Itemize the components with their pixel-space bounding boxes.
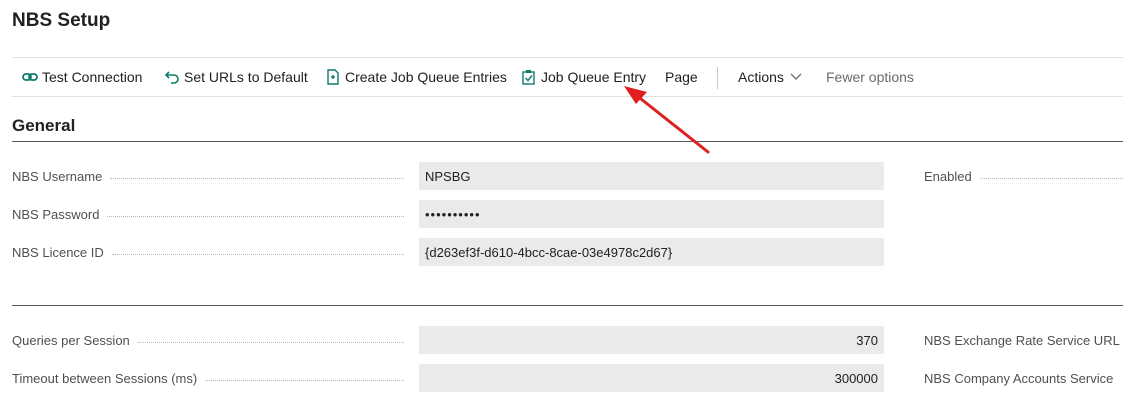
create-job-queue-entries-label: Create Job Queue Entries [345, 69, 507, 85]
test-connection-button[interactable]: Test Connection [22, 58, 142, 96]
timeout-between-sessions-label: Timeout between Sessions (ms) [12, 370, 198, 386]
page-menu-label: Page [665, 69, 698, 85]
leader-dots [110, 177, 404, 179]
queries-per-session-field[interactable]: 370 [419, 326, 884, 354]
field-row-enabled: Enabled [924, 162, 1123, 190]
nbs-licence-id-field[interactable]: {d263ef3f-d610-4bcc-8cae-03e4978c2d67} [419, 238, 884, 266]
page-menu-button[interactable]: Page [665, 58, 698, 96]
leader-dots [107, 215, 404, 217]
toolbar-divider-bottom [12, 96, 1123, 97]
nbs-password-field[interactable]: •••••••••• [419, 200, 884, 228]
undo-arrow-icon [164, 69, 180, 85]
leader-dots [205, 379, 404, 381]
link-icon [22, 69, 38, 85]
leader-dots [137, 341, 404, 343]
nbs-username-field[interactable]: NPSBG [419, 162, 884, 190]
page-title: NBS Setup [12, 10, 111, 31]
nbs-licence-id-label: NBS Licence ID [12, 244, 104, 260]
actions-menu-label: Actions [738, 69, 784, 85]
leader-dots [111, 253, 404, 255]
nbs-password-label: NBS Password [12, 206, 100, 222]
fewer-options-button[interactable]: Fewer options [826, 58, 914, 96]
field-row-password: NBS Password [12, 200, 412, 228]
create-job-queue-entries-button[interactable]: Create Job Queue Entries [325, 58, 507, 96]
section-divider [12, 305, 1123, 306]
clipboard-check-icon [521, 69, 537, 85]
leader-dots [979, 177, 1123, 179]
company-accounts-service-label: NBS Company Accounts Service [924, 370, 1114, 386]
test-connection-label: Test Connection [42, 69, 143, 85]
nbs-username-label: NBS Username [12, 168, 103, 184]
actions-menu-button[interactable]: Actions [738, 58, 802, 96]
field-row-queries: Queries per Session [12, 326, 412, 354]
action-toolbar: Test Connection Set URLs to Default Crea… [12, 58, 1123, 96]
job-queue-entry-label: Job Queue Entry [541, 69, 647, 85]
document-add-icon [325, 69, 341, 85]
chevron-down-icon [790, 73, 802, 81]
exchange-rate-service-url-label: NBS Exchange Rate Service URL [924, 332, 1120, 348]
fewer-options-label: Fewer options [826, 69, 914, 85]
toolbar-separator [717, 67, 718, 89]
set-urls-default-label: Set URLs to Default [184, 69, 308, 85]
field-row-timeout: Timeout between Sessions (ms) [12, 364, 412, 392]
section-title-general[interactable]: General [12, 116, 75, 136]
field-row-licence: NBS Licence ID [12, 238, 412, 266]
field-row-exchange-url: NBS Exchange Rate Service URL [924, 326, 1123, 354]
queries-per-session-label: Queries per Session [12, 332, 130, 348]
field-row-company-accounts: NBS Company Accounts Service [924, 364, 1123, 392]
section-divider [12, 141, 1123, 142]
timeout-between-sessions-field[interactable]: 300000 [419, 364, 884, 392]
set-urls-default-button[interactable]: Set URLs to Default [164, 58, 308, 96]
enabled-label: Enabled [924, 168, 972, 184]
job-queue-entry-button[interactable]: Job Queue Entry [521, 58, 646, 96]
field-row-username: NBS Username [12, 162, 412, 190]
